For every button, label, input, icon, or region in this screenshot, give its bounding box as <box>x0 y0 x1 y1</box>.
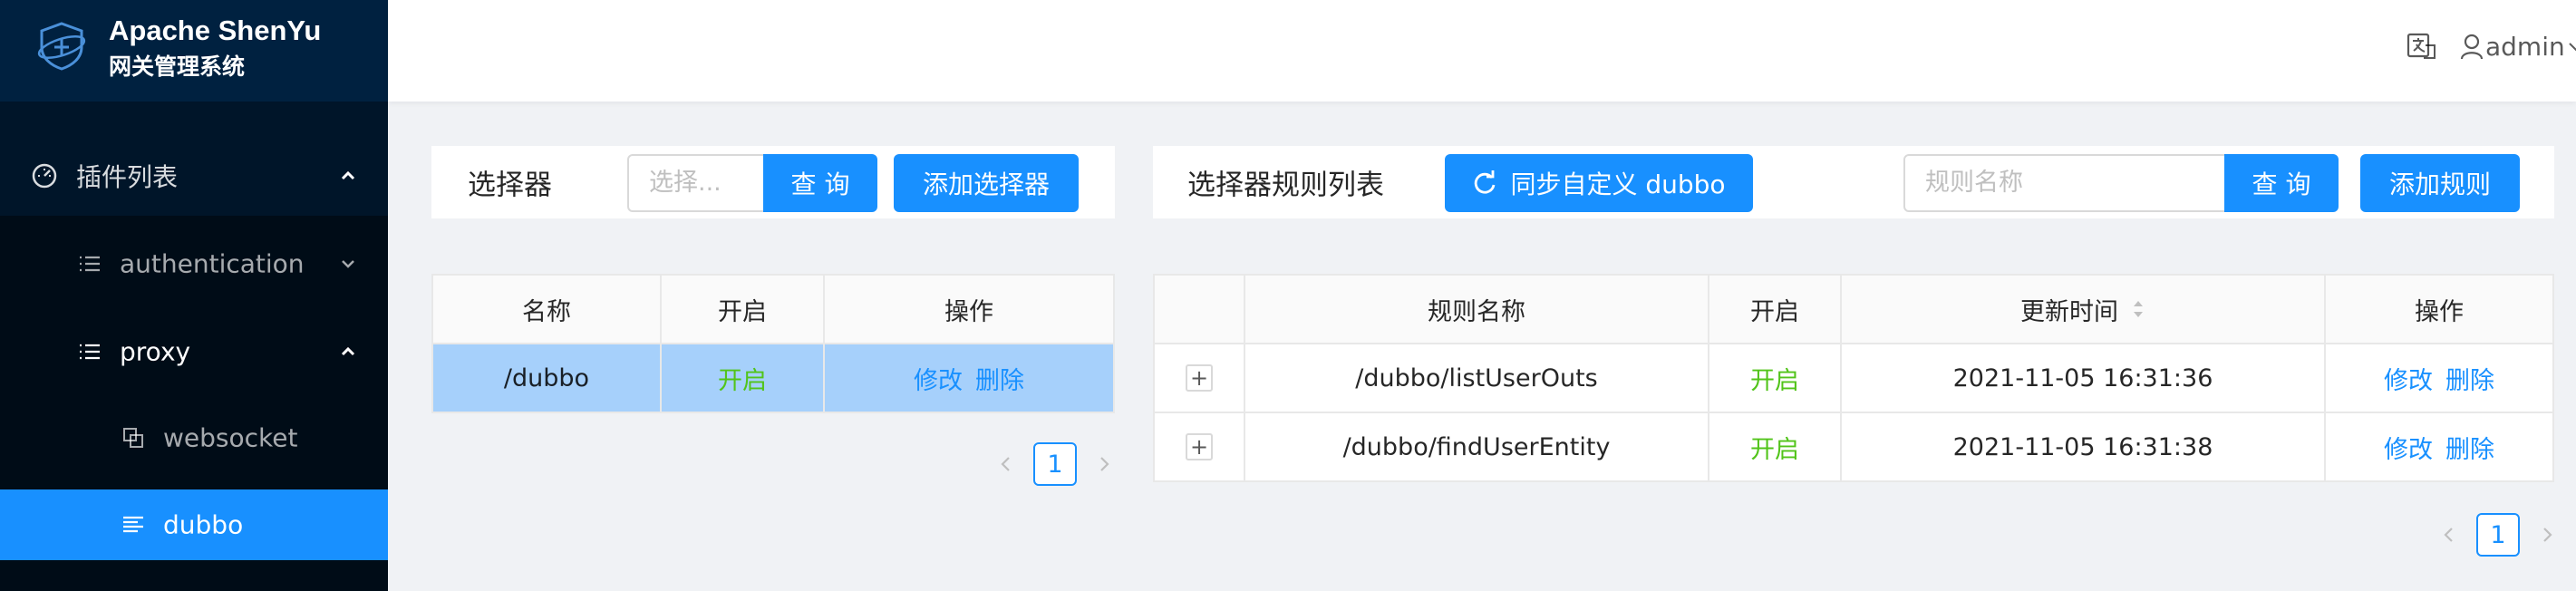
menu-dubbo-label: dubbo <box>163 509 244 540</box>
expand-cell: + <box>1155 344 1245 413</box>
col-header-updated-label: 更新时间 <box>2020 297 2118 326</box>
delete-link[interactable]: 删除 <box>2445 430 2494 465</box>
chevron-up-icon <box>341 170 355 180</box>
rule-actions-cell: 修改 删除 <box>2326 413 2552 480</box>
col-header-name: 名称 <box>433 276 662 344</box>
sync-dubbo-button[interactable]: 同步自定义 dubbo <box>1445 154 1753 212</box>
menu-authentication-label: authentication <box>120 248 305 279</box>
expand-icon[interactable]: + <box>1186 364 1213 392</box>
add-rule-button[interactable]: 添加规则 <box>2360 154 2520 212</box>
rule-toolbar: 选择器规则列表 <box>1153 146 2554 218</box>
delete-link[interactable]: 删除 <box>975 361 1024 396</box>
user-menu[interactable]: admin <box>2460 31 2576 62</box>
rule-name-cell: /dubbo/findUserEntity <box>1245 413 1709 480</box>
col-header-rule-name: 规则名称 <box>1245 276 1709 344</box>
top-header <box>388 0 2576 102</box>
prev-page-icon[interactable] <box>2435 521 2462 548</box>
app-subtitle: 网关管理系统 <box>109 53 246 80</box>
rule-enabled-cell: 开启 <box>1709 344 1842 413</box>
sort-icon[interactable] <box>2131 296 2145 323</box>
selector-actions-cell: 修改 删除 <box>825 344 1113 412</box>
menu-plugin-list[interactable]: 插件列表 <box>0 140 388 211</box>
next-page-icon[interactable] <box>1091 451 1119 478</box>
rule-updated-cell: 2021-11-05 16:31:36 <box>1842 344 2326 413</box>
delete-link[interactable]: 删除 <box>2445 361 2494 396</box>
logo[interactable]: Apache ShenYu 网关管理系统 <box>0 0 388 102</box>
sync-dubbo-label: 同步自定义 dubbo <box>1510 170 1726 199</box>
col-header-enabled: 开启 <box>662 276 825 344</box>
rule-query-button[interactable]: 查 询 <box>2224 154 2339 212</box>
selector-title: 选择器 <box>468 169 552 202</box>
chevron-up-icon <box>341 346 355 356</box>
user-icon <box>2460 34 2484 60</box>
rule-actions-cell: 修改 删除 <box>2326 344 2552 413</box>
next-page-icon[interactable] <box>2534 521 2561 548</box>
selector-query-button[interactable]: 查 询 <box>763 154 877 212</box>
page-number[interactable]: 1 <box>1033 442 1077 486</box>
sidebar: Apache ShenYu 网关管理系统 插件列表 authentication… <box>0 0 388 591</box>
page-number[interactable]: 1 <box>2476 513 2520 557</box>
translate-icon[interactable] <box>2406 31 2436 62</box>
menu-websocket[interactable]: websocket <box>0 402 388 473</box>
edit-link[interactable]: 修改 <box>2384 430 2433 465</box>
rule-title: 选择器规则列表 <box>1187 169 1384 202</box>
menu-websocket-label: websocket <box>163 422 298 453</box>
menu-proxy-label: proxy <box>120 336 191 367</box>
col-header-expand <box>1155 276 1245 344</box>
chevron-down-icon <box>342 260 354 268</box>
selector-name-cell: /dubbo <box>433 344 662 412</box>
col-header-enabled: 开启 <box>1709 276 1842 344</box>
expand-icon[interactable]: + <box>1186 433 1213 460</box>
add-selector-button[interactable]: 添加选择器 <box>894 154 1079 212</box>
menu-authentication[interactable]: authentication <box>0 228 388 299</box>
app-title: Apache ShenYu <box>109 15 322 46</box>
rule-updated-cell: 2021-11-05 16:31:38 <box>1842 413 2326 480</box>
menu-dubbo[interactable]: dubbo <box>0 489 388 560</box>
sync-icon <box>1475 170 1496 194</box>
align-left-icon <box>123 516 143 533</box>
col-header-actions: 操作 <box>825 276 1113 344</box>
selector-pagination: 1 <box>992 442 1119 486</box>
shenyu-logo-icon <box>37 22 86 71</box>
selector-enabled-cell: 开启 <box>662 344 825 412</box>
rule-pagination: 1 <box>2435 513 2561 557</box>
dashboard-icon <box>32 163 57 189</box>
rule-enabled-cell: 开启 <box>1709 413 1842 480</box>
selector-table: 名称 开启 操作 /dubbo 开启 修改 删除 <box>431 274 1115 413</box>
menu-plugin-list-label: 插件列表 <box>76 162 179 192</box>
list-icon <box>80 256 100 272</box>
rule-search-input[interactable]: 规则名称 <box>1903 154 2226 212</box>
prev-page-icon[interactable] <box>992 451 1019 478</box>
col-header-updated[interactable]: 更新时间 <box>1842 276 2326 344</box>
block-icon <box>123 428 143 448</box>
user-name: admin <box>2485 31 2565 62</box>
col-header-actions: 操作 <box>2326 276 2552 344</box>
expand-cell: + <box>1155 413 1245 480</box>
edit-link[interactable]: 修改 <box>914 361 963 396</box>
rule-table: 规则名称 开启 更新时间 操作 + /dubbo/listUserOuts 开启… <box>1153 274 2554 482</box>
chevron-down-icon <box>2569 43 2576 52</box>
rule-name-cell: /dubbo/listUserOuts <box>1245 344 1709 413</box>
selector-search-input[interactable]: 选择... <box>627 154 765 212</box>
edit-link[interactable]: 修改 <box>2384 361 2433 396</box>
menu-proxy[interactable]: proxy <box>0 316 388 387</box>
list-icon <box>80 344 100 360</box>
